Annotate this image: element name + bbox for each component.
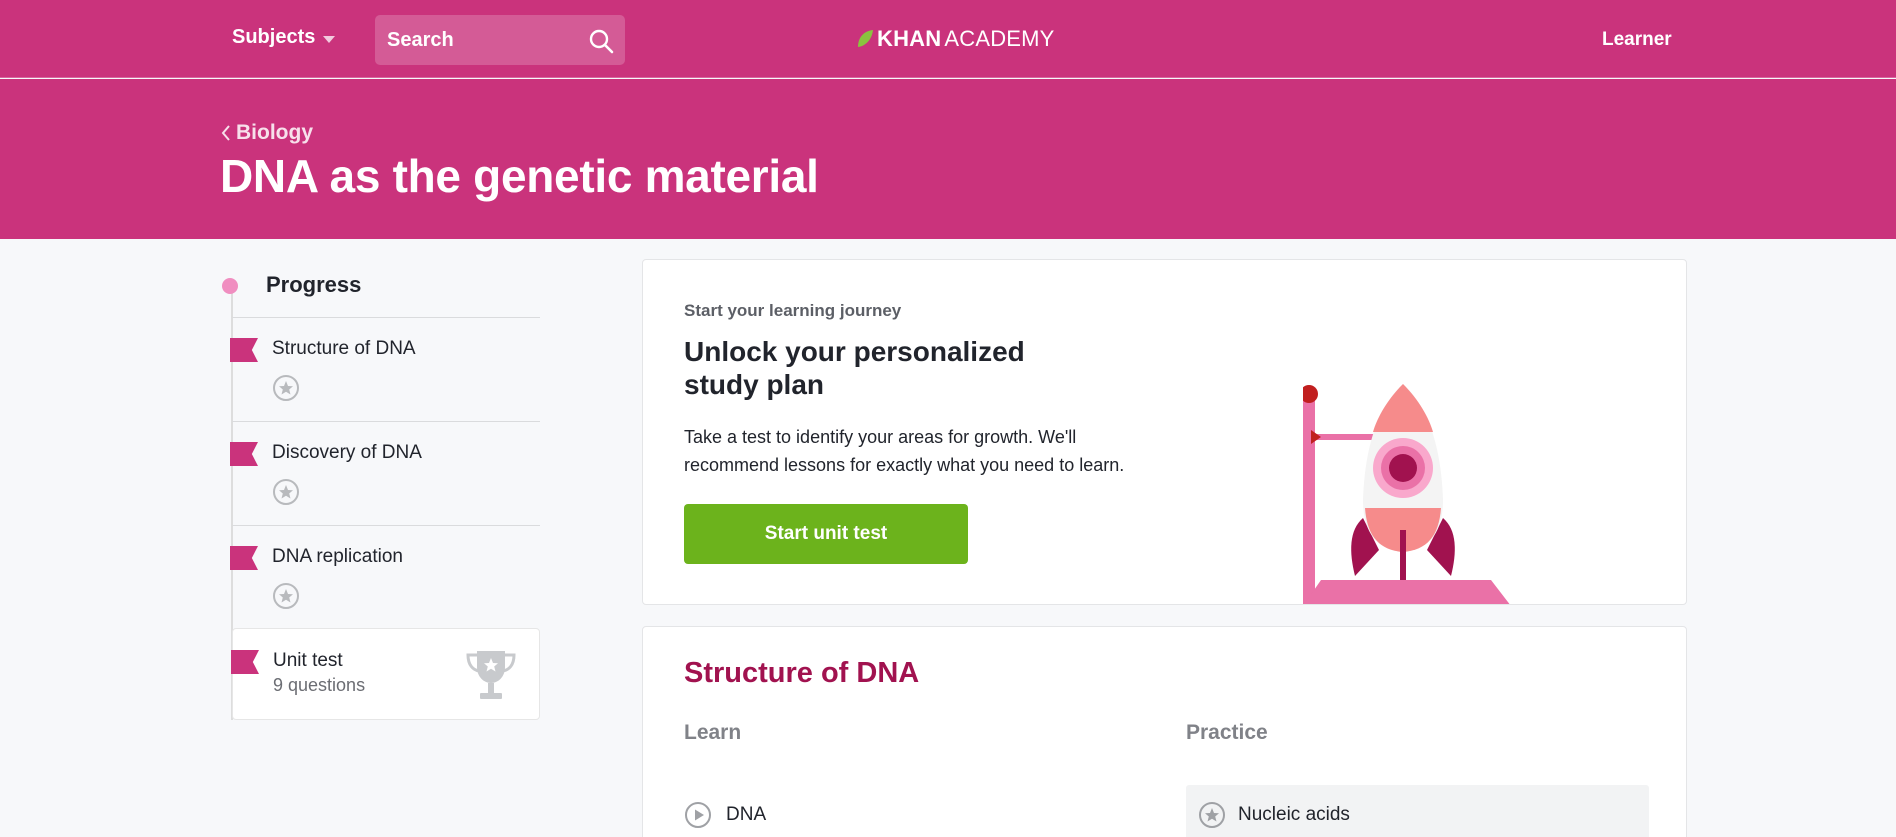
journey-heading: Unlock your personalized study plan — [684, 336, 1025, 400]
search-icon[interactable] — [587, 27, 615, 55]
progress-dot — [222, 278, 238, 294]
sidebar-item-structure-of-dna[interactable]: Structure of DNA — [230, 317, 540, 421]
top-navbar: Subjects KHANACADEMY Learner — [0, 0, 1896, 78]
flag-icon — [230, 442, 258, 466]
khan-academy-logo[interactable]: KHAN ACADEMY — [856, 26, 1055, 52]
practice-item-nucleic-acids[interactable]: Nucleic acids — [1186, 785, 1649, 837]
learning-journey-card: Start your learning journey Unlock your … — [642, 259, 1687, 605]
breadcrumb[interactable]: Biology — [220, 121, 313, 145]
learn-item-dna[interactable]: DNA — [684, 801, 766, 829]
journey-description: Take a test to identify your areas for g… — [684, 427, 1125, 475]
sidebar-item-label: Discovery of DNA — [272, 442, 422, 463]
play-icon — [685, 802, 711, 828]
learner-menu[interactable]: Learner — [1602, 29, 1672, 51]
mastery-star-icon — [273, 479, 299, 505]
section-title: Structure of DNA — [684, 657, 920, 689]
sidebar-item-label: Unit test — [273, 650, 343, 671]
hero-banner: Biology DNA as the genetic material — [0, 79, 1896, 239]
flag-icon — [230, 546, 258, 570]
sidebar-item-discovery-of-dna[interactable]: Discovery of DNA — [230, 421, 540, 525]
sidebar-item-unit-test[interactable]: Unit test 9 questions — [231, 628, 540, 720]
flag-icon — [231, 650, 259, 674]
sidebar-item-dna-replication[interactable]: DNA replication — [230, 525, 540, 629]
flag-icon — [230, 338, 258, 362]
start-unit-test-button[interactable]: Start unit test — [684, 504, 968, 564]
progress-label: Progress — [266, 272, 362, 297]
mastery-star-icon — [273, 583, 299, 609]
page-title: DNA as the genetic material — [220, 150, 819, 202]
leaf-icon — [858, 30, 873, 47]
chevron-left-icon — [221, 125, 230, 141]
mastery-star-icon — [1199, 802, 1225, 828]
learn-column-header: Learn — [684, 721, 742, 744]
search-input[interactable] — [387, 28, 577, 52]
learn-item-label: DNA — [726, 804, 767, 825]
search-box — [375, 15, 625, 65]
subjects-label: Subjects — [232, 26, 316, 48]
sidebar-item-label: Structure of DNA — [272, 338, 416, 359]
trophy-icon — [466, 651, 516, 699]
practice-column-header: Practice — [1186, 721, 1268, 744]
practice-item-label: Nucleic acids — [1238, 804, 1350, 825]
mastery-star-icon — [273, 375, 299, 401]
chevron-down-icon — [323, 36, 336, 43]
breadcrumb-link: Biology — [236, 121, 313, 144]
sidebar-item-label: DNA replication — [272, 546, 403, 567]
subjects-menu[interactable]: Subjects — [232, 26, 336, 49]
logo-text-light: ACADEMY — [944, 26, 1055, 51]
logo-text-bold: KHAN — [877, 26, 942, 51]
rocket-illustration — [1303, 384, 1510, 604]
journey-kicker: Start your learning journey — [684, 301, 902, 320]
unit-test-question-count: 9 questions — [273, 675, 366, 695]
structure-of-dna-card: Structure of DNA Learn Practice DNA Nucl… — [642, 626, 1687, 837]
